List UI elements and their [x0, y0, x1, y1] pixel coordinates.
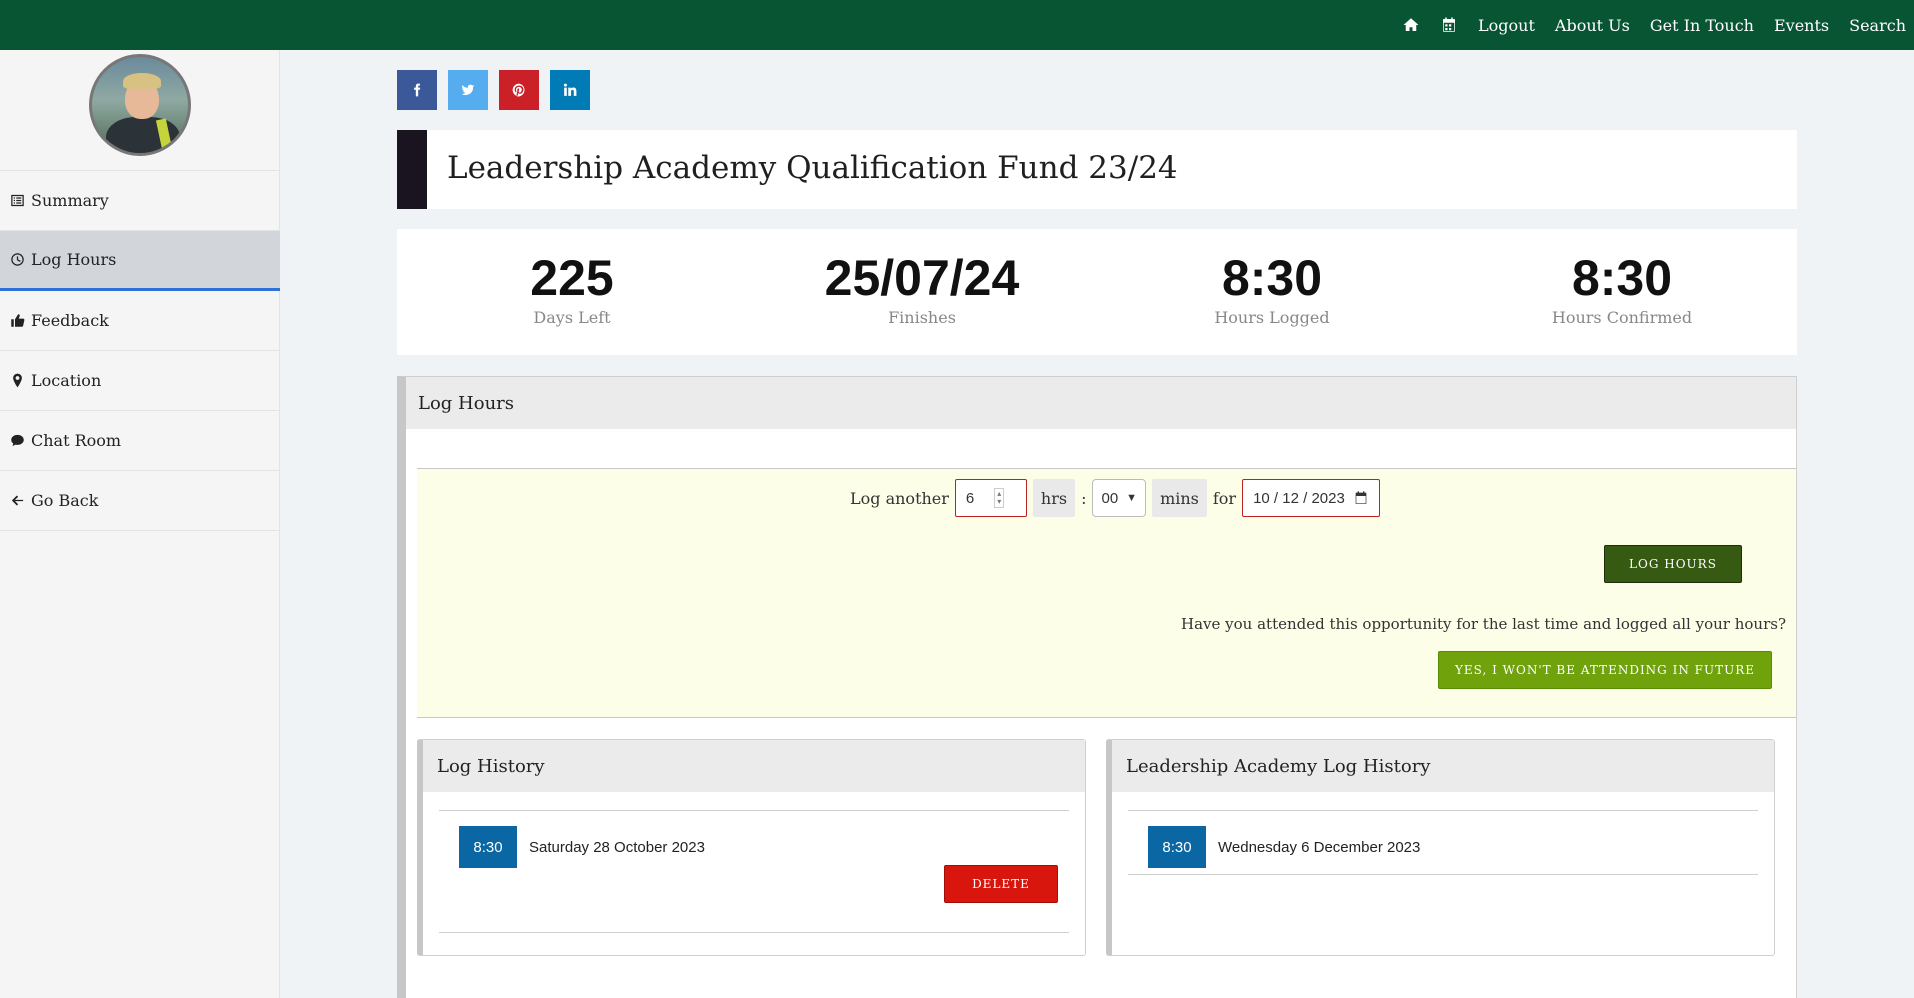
mins-addon: mins	[1152, 479, 1207, 517]
stepper-icon[interactable]: ▴ ▾	[994, 488, 1005, 508]
top-navbar: Logout About Us Get In Touch Events Sear…	[0, 0, 1914, 50]
date-input[interactable]: 10 / 12 / 2023	[1242, 479, 1381, 517]
delete-button[interactable]: DELETE	[944, 865, 1058, 903]
attend-question: Have you attended this opportunity for t…	[1181, 615, 1786, 633]
home-icon[interactable]	[1402, 16, 1420, 34]
sidebar-item-label: Feedback	[31, 311, 109, 330]
nav-get-in-touch[interactable]: Get In Touch	[1650, 16, 1754, 35]
nav-about-us[interactable]: About Us	[1555, 16, 1630, 35]
divider	[439, 932, 1069, 933]
hours-value: 6	[965, 489, 975, 507]
date-value: 10 / 12 / 2023	[1253, 489, 1345, 507]
clock-icon	[11, 253, 24, 266]
nav-events[interactable]: Events	[1774, 16, 1829, 35]
for-label: for	[1212, 488, 1237, 508]
social-share-bar	[397, 70, 590, 110]
divider	[1128, 810, 1758, 811]
list-item: 8:30 Saturday 28 October 2023	[459, 826, 705, 868]
hours-badge: 8:30	[459, 826, 517, 868]
facebook-icon	[414, 83, 421, 97]
linkedin-share-button[interactable]	[550, 70, 590, 110]
chat-icon	[11, 434, 24, 447]
map-marker-icon	[13, 373, 22, 388]
card-title: Leadership Academy Log History	[1112, 740, 1774, 792]
sidebar-item-summary[interactable]: Summary	[0, 171, 280, 231]
not-attending-future-button[interactable]: YES, I WON'T BE ATTENDING IN FUTURE	[1438, 651, 1772, 689]
divider	[1128, 874, 1758, 875]
stat-label: Hours Logged	[1214, 308, 1330, 327]
avatar	[89, 54, 191, 156]
opportunity-title-card: Leadership Academy Qualification Fund 23…	[397, 130, 1797, 209]
stat-value: 25/07/24	[824, 250, 1020, 306]
stat-days-left: 225 Days Left	[397, 229, 747, 355]
sidebar: Summary Log Hours Feedback Location Chat…	[0, 50, 280, 998]
stat-value: 8:30	[1571, 250, 1673, 306]
sidebar-item-feedback[interactable]: Feedback	[0, 291, 280, 351]
twitter-icon	[461, 84, 475, 96]
stat-label: Days Left	[533, 308, 611, 327]
linkedin-icon	[563, 83, 577, 96]
stat-finishes: 25/07/24 Finishes	[747, 229, 1097, 355]
hrs-addon: hrs	[1032, 479, 1076, 517]
sidebar-item-log-hours[interactable]: Log Hours	[0, 231, 280, 291]
stats-bar: 225 Days Left 25/07/24 Finishes 8:30 Hou…	[397, 229, 1797, 355]
log-hours-panel: Log Hours Log another 6 ▴ ▾ hrs : 00 ▼ mi…	[397, 376, 1797, 998]
thumbs-up-icon	[11, 314, 25, 327]
sidebar-item-label: Go Back	[31, 491, 99, 510]
sidebar-item-label: Summary	[31, 191, 109, 210]
sidebar-item-label: Chat Room	[31, 431, 122, 450]
top-nav: Logout About Us Get In Touch Events Sear…	[1402, 0, 1914, 50]
arrow-left-icon	[11, 495, 24, 506]
stat-hours-logged: 8:30 Hours Logged	[1097, 229, 1447, 355]
divider	[439, 810, 1069, 811]
sidebar-item-go-back[interactable]: Go Back	[0, 471, 280, 531]
log-another-label: Log another	[850, 488, 949, 508]
minutes-select[interactable]: 00 ▼	[1092, 479, 1147, 517]
pinterest-share-button[interactable]	[499, 70, 539, 110]
title-accent-bar	[397, 130, 427, 209]
sidebar-menu: Summary Log Hours Feedback Location Chat…	[0, 170, 280, 531]
stat-value: 225	[530, 250, 614, 306]
stat-hours-confirmed: 8:30 Hours Confirmed	[1447, 229, 1797, 355]
sidebar-item-chat-room[interactable]: Chat Room	[0, 411, 280, 471]
list-item: 8:30 Wednesday 6 December 2023	[1148, 826, 1420, 868]
nav-logout[interactable]: Logout	[1478, 16, 1535, 35]
hours-badge: 8:30	[1148, 826, 1206, 868]
nav-search[interactable]: Search	[1849, 16, 1906, 35]
panel-title: Log Hours	[406, 377, 1796, 429]
stat-value: 8:30	[1221, 250, 1323, 306]
card-title: Log History	[423, 740, 1085, 792]
log-hours-form: Log another 6 ▴ ▾ hrs : 00 ▼ mins for 10 …	[417, 468, 1796, 718]
pinterest-icon	[512, 83, 525, 97]
minutes-value: 00	[1101, 489, 1119, 507]
academy-log-history-card: Leadership Academy Log History 8:30 Wedn…	[1106, 739, 1775, 956]
stat-label: Finishes	[888, 308, 956, 327]
log-hours-button[interactable]: LOG HOURS	[1604, 545, 1742, 583]
chevron-down-icon: ▼	[1126, 492, 1138, 504]
sidebar-item-label: Location	[31, 371, 102, 390]
stat-label: Hours Confirmed	[1551, 308, 1693, 327]
sidebar-item-location[interactable]: Location	[0, 351, 280, 411]
calendar-icon[interactable]	[1353, 490, 1369, 506]
facebook-share-button[interactable]	[397, 70, 437, 110]
calendar-icon[interactable]	[1440, 16, 1458, 34]
twitter-share-button[interactable]	[448, 70, 488, 110]
page-title: Leadership Academy Qualification Fund 23…	[447, 150, 1178, 186]
list-icon	[11, 194, 24, 207]
log-hours-row: Log another 6 ▴ ▾ hrs : 00 ▼ mins for 10 …	[850, 479, 1381, 517]
log-history-card: Log History 8:30 Saturday 28 October 202…	[417, 739, 1086, 956]
entry-date: Wednesday 6 December 2023	[1218, 838, 1421, 856]
hours-input[interactable]: 6 ▴ ▾	[954, 479, 1027, 517]
sidebar-item-label: Log Hours	[31, 250, 117, 269]
time-separator: :	[1081, 488, 1087, 508]
entry-date: Saturday 28 October 2023	[529, 838, 705, 856]
